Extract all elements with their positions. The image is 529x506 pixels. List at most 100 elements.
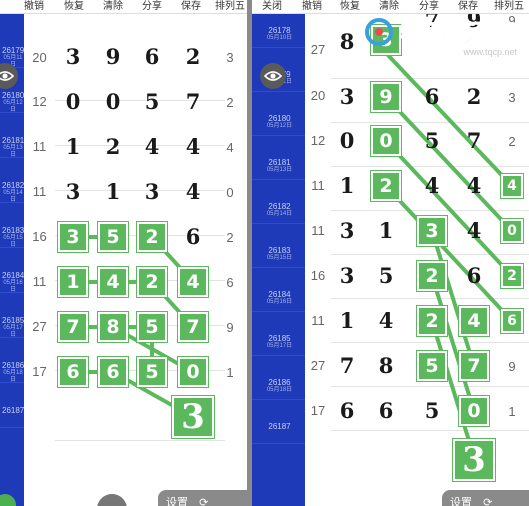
period-label: 26186 [2,361,25,370]
lottery-type-button[interactable]: 排列五 [215,1,245,13]
highlighted-digit[interactable]: 4 [458,305,490,337]
highlighted-digit[interactable]: 5 [416,350,448,382]
close-button[interactable]: 关闭 [262,1,282,13]
row-divider [331,298,529,299]
clear-button[interactable]: 清除 [379,1,399,13]
undo-button[interactable]: 撤销 [24,1,44,13]
lottery-digit: 6 [144,44,160,69]
period-row: 26181 05月13日 [0,114,24,158]
eye-icon[interactable] [260,63,286,89]
lottery-digit: 6 [185,224,201,249]
highlighted-digit[interactable]: 5 [136,311,168,343]
highlighted-digit[interactable]: 0 [500,218,524,244]
row-count: 11 [32,184,47,199]
highlighted-digit[interactable]: 5 [136,356,168,388]
home-button[interactable] [97,494,127,506]
period-date: 05月18日 [266,387,293,393]
highlighted-digit[interactable]: 9 [370,81,402,113]
position-five-digit: 2 [508,134,516,149]
period-label: 26187 [268,422,291,431]
period-row: 26181 05月13日 [252,136,305,180]
period-label: 26181 [2,136,25,145]
period-row: 26186 05月18日 [0,339,24,383]
highlighted-digit[interactable]: 0 [370,125,402,157]
highlighted-digit[interactable]: 7 [458,350,490,382]
save-button[interactable]: 保存 [458,1,478,13]
highlighted-digit[interactable]: 0 [177,356,209,388]
row-count: 27 [310,358,326,373]
highlighted-digit[interactable]: 6 [97,356,129,388]
highlighted-digit[interactable]: 7 [57,311,89,343]
lottery-digit: 8 [378,353,394,378]
row-divider [55,440,225,441]
lottery-digit: 7 [185,89,201,114]
predicted-result: 3 [171,395,215,439]
row-count: 12 [310,133,326,148]
highlighted-digit[interactable]: 4 [97,266,129,298]
toolbar: 关闭 撤销 恢复 清除 分享 保存 排列五 [252,0,529,14]
lottery-digit: 2 [466,84,482,109]
position-five-digit: 9 [226,320,234,335]
lottery-digit: 6 [466,263,482,288]
lottery-digit: 0 [65,89,81,114]
highlighted-digit[interactable]: 2 [416,260,448,292]
position-five-digit: 4 [226,140,234,155]
highlighted-digit[interactable]: 8 [97,311,129,343]
highlighted-digit[interactable]: 3 [416,215,448,247]
period-date: 05月13日 [3,145,23,158]
save-button[interactable]: 保存 [181,1,201,13]
lottery-digit: 4 [185,179,201,204]
period-label: 26185 [2,316,25,325]
row-divider [331,122,529,123]
lottery-digit: 0 [339,128,355,153]
highlighted-digit[interactable]: 5 [97,221,129,253]
highlighted-digit[interactable]: 2 [500,263,524,289]
predicted-result: 3 [452,438,496,482]
highlighted-digit[interactable]: 6 [57,356,89,388]
position-five-digit: 1 [226,365,234,380]
highlighted-digit[interactable]: 2 [416,305,448,337]
lottery-digit: 3 [339,84,355,109]
share-button[interactable]: 分享 [419,1,439,13]
highlighted-digit[interactable]: 1 [57,266,89,298]
lottery-digit: 4 [424,173,440,198]
period-label: 26183 [2,226,25,235]
settings-button[interactable]: 设置 ⟳ [442,490,529,506]
share-button[interactable]: 分享 [142,1,162,13]
lottery-digit: 0 [105,89,121,114]
clear-button[interactable]: 清除 [103,1,123,13]
count-column: 27 20 12 11 11 16 11 27 17 [305,14,331,506]
period-date: 05月14日 [3,190,23,203]
settings-button[interactable]: 设置 ⟳ [158,490,247,506]
highlighted-digit[interactable]: 2 [136,221,168,253]
row-divider [331,210,529,211]
lottery-digit: 6 [424,84,440,109]
period-row: 26185 05月17日 [0,294,24,338]
period-date: 05月12日 [266,123,293,129]
period-date: 05月12日 [3,100,23,113]
redo-button[interactable]: 恢复 [64,1,84,13]
highlighted-digit[interactable]: 2 [370,170,402,202]
count-column: 20 12 11 11 16 11 27 17 [24,14,55,506]
period-date: 05月13日 [266,167,293,173]
period-row: 26185 05月17日 [252,312,305,356]
highlighted-digit[interactable]: 7 [177,311,209,343]
row-count: 11 [311,223,325,238]
row-divider [331,166,529,167]
undo-button[interactable]: 撤销 [302,1,322,13]
lottery-digit: 3 [339,263,355,288]
highlighted-digit[interactable]: 4 [500,173,524,199]
highlighted-digit[interactable]: 3 [57,221,89,253]
highlighted-digit[interactable]: 0 [458,395,490,427]
redo-button[interactable]: 恢复 [340,1,360,13]
period-label: 26183 [268,246,291,255]
highlighted-digit[interactable]: 4 [177,266,209,298]
row-count: 16 [32,229,47,244]
highlighted-digit[interactable]: 6 [500,308,524,334]
lottery-type-button[interactable]: 排列五 [494,1,524,13]
period-row: 26187 [252,400,305,444]
period-row: 26182 05月14日 [252,180,305,224]
row-count: 11 [32,274,47,289]
highlighted-digit[interactable]: 2 [136,266,168,298]
period-date: 05月17日 [266,343,293,349]
